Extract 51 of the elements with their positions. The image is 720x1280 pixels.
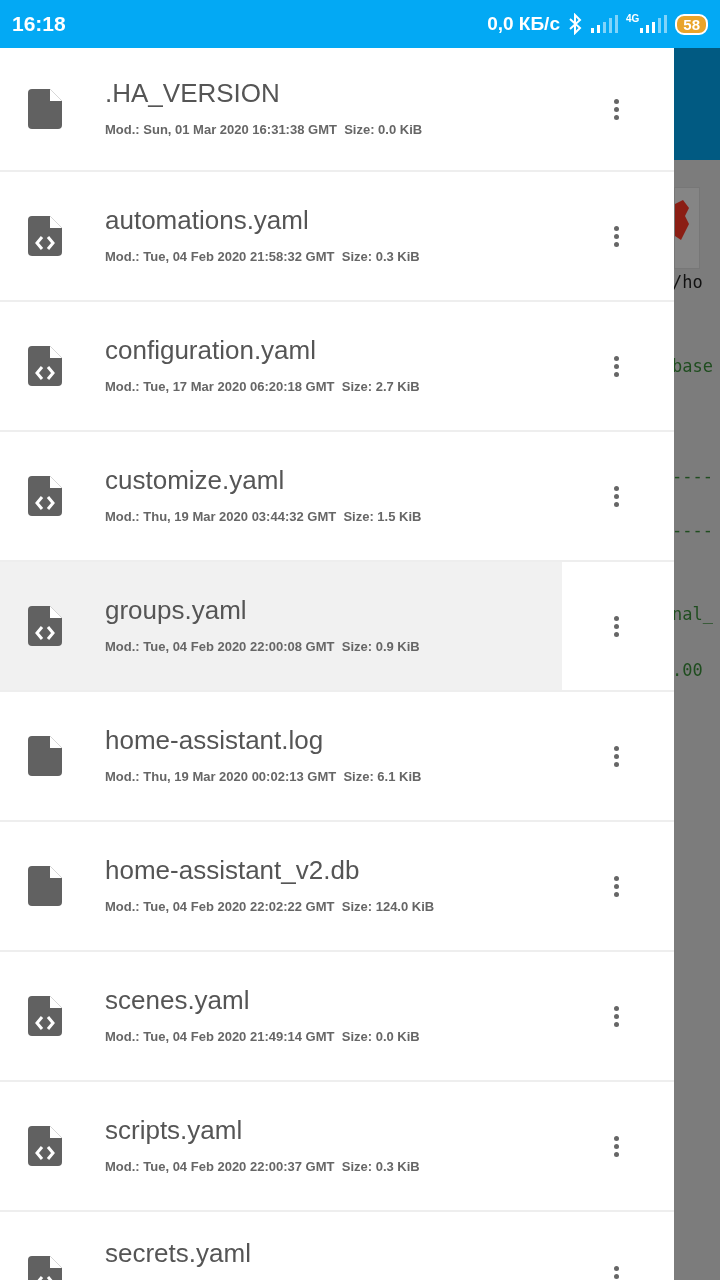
logo-icon bbox=[675, 200, 689, 240]
file-name: scripts.yaml bbox=[105, 1114, 244, 1145]
file-name: home-assistant_v2.db bbox=[105, 854, 361, 885]
signal-icon bbox=[639, 14, 668, 34]
file-details: Mod.: Thu, 19 Mar 2020 03:44:32 GMT Size: 1.5 KiB bbox=[105, 508, 422, 524]
code-text: base bbox=[674, 355, 714, 378]
code-file-icon bbox=[28, 996, 62, 1036]
file-icon bbox=[28, 866, 62, 906]
file-icon bbox=[28, 736, 62, 776]
battery-indicator: 58 bbox=[675, 13, 708, 35]
file-row[interactable]: groups.yaml Mod.: Tue, 04 Feb 2020 22:00:08 GMT Size: 0.9 KiB bbox=[0, 562, 562, 690]
network-type-text: 4G bbox=[625, 12, 640, 24]
code-text: .00 bbox=[674, 659, 704, 682]
file-details: Mod.: Tue, 04 Feb 2020 22:02:22 GMT Size: 124.0 KiB bbox=[105, 898, 435, 914]
file-row[interactable]: scenes.yaml Mod.: Tue, 04 Feb 2020 21:49:14 GMT Size: 0.0 KiB bbox=[0, 952, 562, 1080]
network-speed-text: 0,0 КБ/с bbox=[487, 13, 560, 35]
file-row[interactable]: home-assistant.log Mod.: Thu, 19 Mar 2020 00:02:13 GMT Size: 6.1 KiB bbox=[0, 692, 562, 820]
file-row[interactable]: secrets.yaml bbox=[0, 1212, 562, 1280]
file-details: Mod.: Tue, 04 Feb 2020 21:49:14 GMT Size: 0.0 KiB bbox=[105, 1028, 420, 1044]
file-name: configuration.yaml bbox=[105, 334, 317, 365]
file-name: automations.yaml bbox=[105, 204, 310, 235]
file-details: Mod.: Sun, 01 Mar 2020 16:31:38 GMT Size: 0.0 KiB bbox=[105, 121, 423, 137]
file-row[interactable]: home-assistant_v2.db Mod.: Tue, 04 Feb 2020 22:02:22 GMT Size: 124.0 KiB bbox=[0, 822, 562, 950]
file-details: Mod.: Tue, 04 Feb 2020 22:00:37 GMT Size: 0.3 KiB bbox=[105, 1158, 420, 1174]
file-row[interactable]: scripts.yaml Mod.: Tue, 04 Feb 2020 22:00:37 GMT Size: 0.3 KiB bbox=[0, 1082, 562, 1210]
signal-icon bbox=[589, 14, 618, 34]
code-text: ---- bbox=[674, 465, 714, 488]
file-name: home-assistant.log bbox=[105, 724, 325, 755]
file-name: scenes.yaml bbox=[105, 984, 251, 1015]
bluetooth-icon bbox=[567, 13, 582, 35]
file-details: Mod.: Thu, 19 Mar 2020 00:02:13 GMT Size: 6.1 KiB bbox=[105, 768, 422, 784]
file-row[interactable]: .HA_VERSION Mod.: Sun, 01 Mar 2020 16:31:38 GMT Size: 0.0 KiB bbox=[0, 48, 562, 170]
file-name: .HA_VERSION bbox=[105, 77, 281, 108]
file-row[interactable]: automations.yaml Mod.: Tue, 04 Feb 2020 21:58:32 GMT Size: 0.3 KiB bbox=[0, 172, 562, 300]
file-name: customize.yaml bbox=[105, 464, 286, 495]
code-file-icon bbox=[28, 216, 62, 256]
file-details: Mod.: Tue, 04 Feb 2020 22:00:08 GMT Size: 0.9 KiB bbox=[105, 638, 420, 654]
code-file-icon bbox=[28, 346, 62, 386]
code-text: nal_ bbox=[674, 603, 714, 626]
code-file-icon bbox=[28, 1126, 62, 1166]
file-details: Mod.: Tue, 17 Mar 2020 06:20:18 GMT Size: 2.7 KiB bbox=[105, 378, 420, 394]
file-row[interactable]: customize.yaml Mod.: Thu, 19 Mar 2020 03:44:32 GMT Size: 1.5 KiB bbox=[0, 432, 562, 560]
file-name: secrets.yaml bbox=[105, 1238, 251, 1268]
clock-text: 16:18 bbox=[12, 12, 66, 36]
file-row[interactable]: configuration.yaml Mod.: Tue, 17 Mar 2020 06:20:18 GMT Size: 2.7 KiB bbox=[0, 302, 562, 430]
file-icon bbox=[28, 89, 62, 129]
file-details: Mod.: Tue, 04 Feb 2020 21:58:32 GMT Size: 0.3 KiB bbox=[105, 248, 420, 264]
code-file-icon bbox=[28, 476, 62, 516]
code-text: ---- bbox=[674, 519, 714, 542]
code-file-icon bbox=[28, 606, 62, 646]
file-name: groups.yaml bbox=[105, 594, 248, 625]
